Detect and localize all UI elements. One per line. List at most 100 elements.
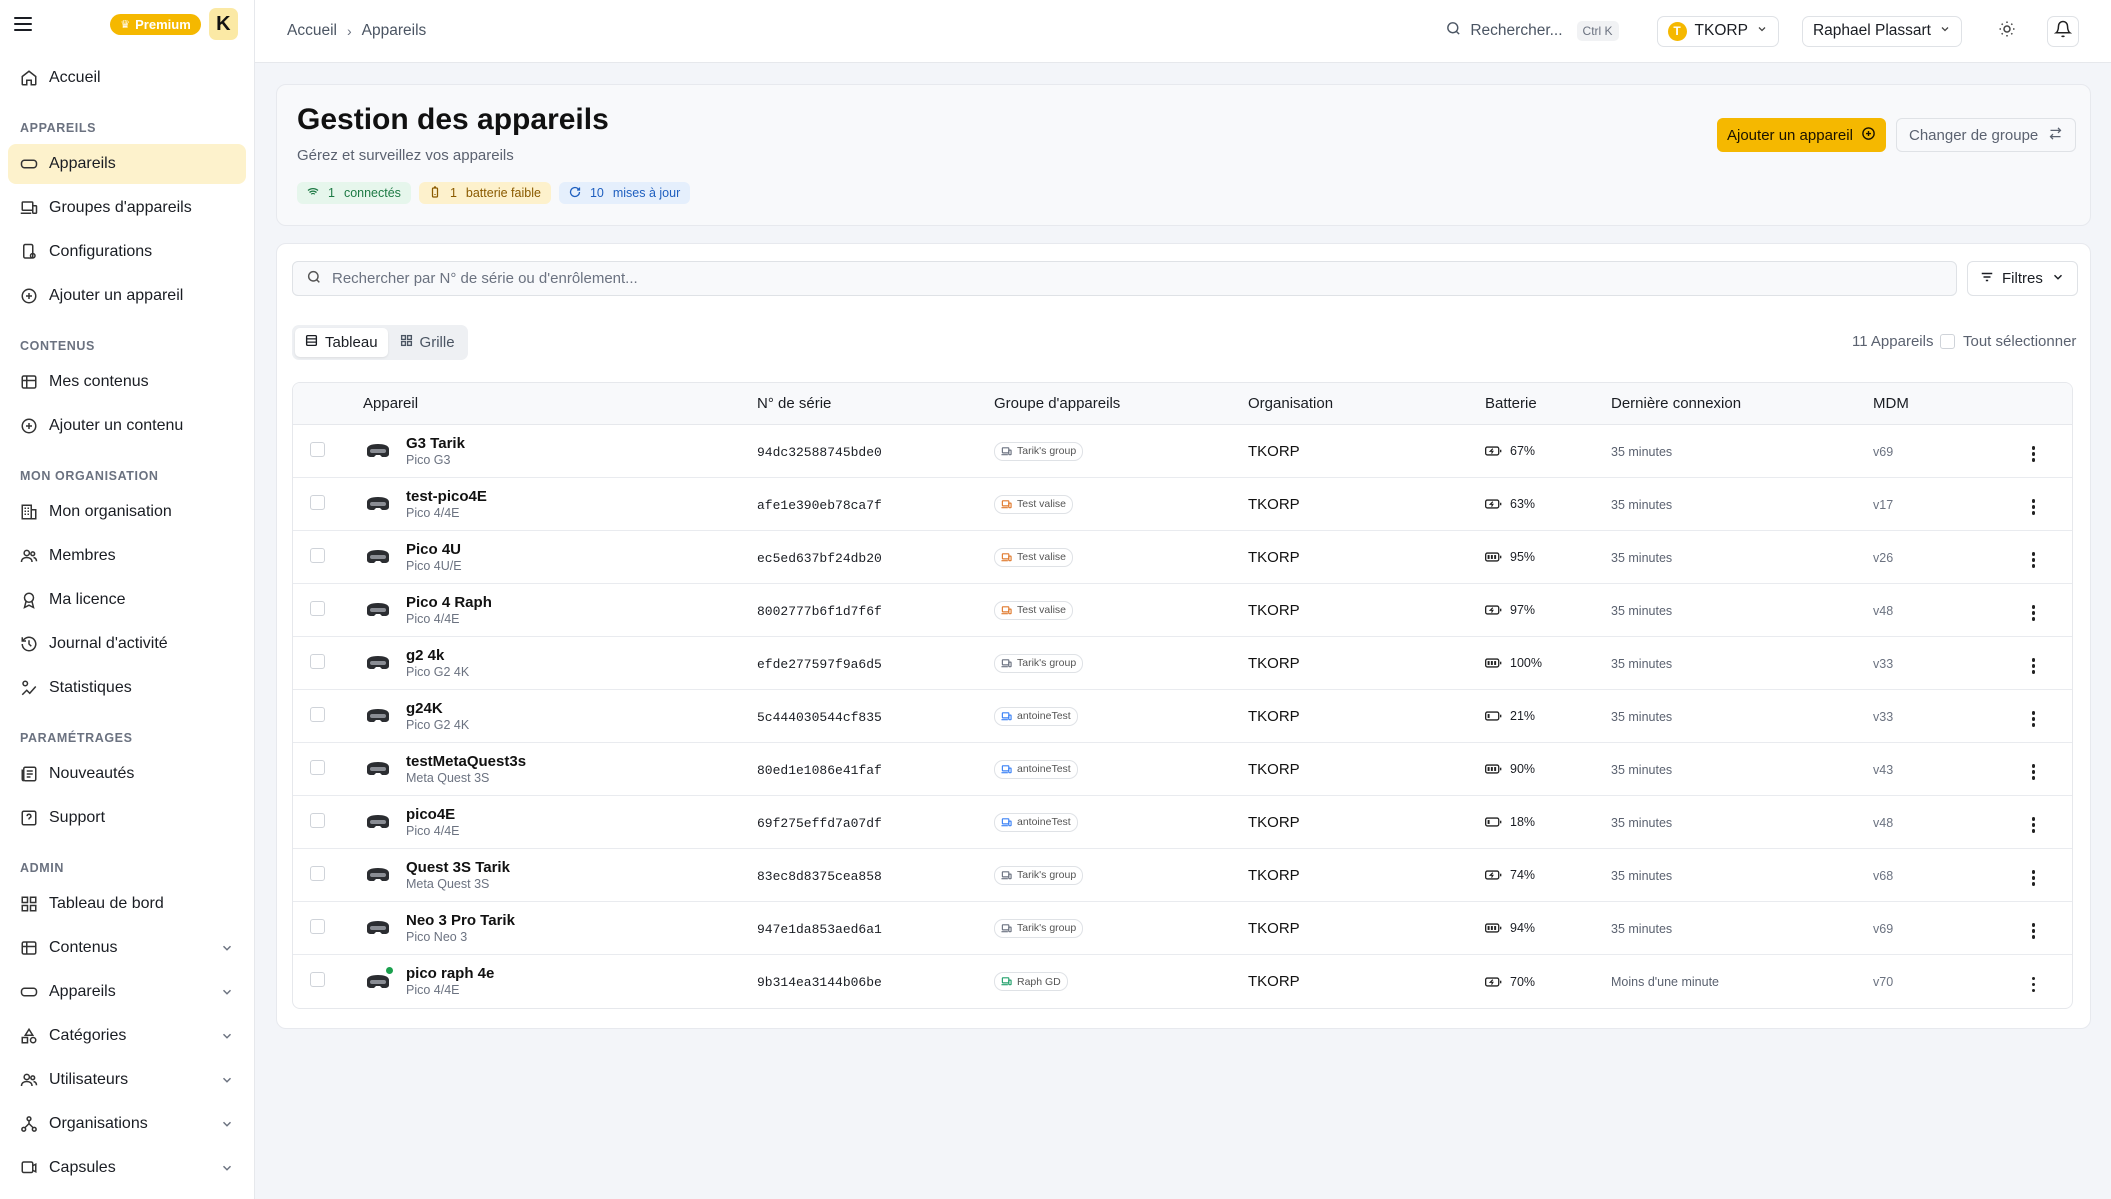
device-name[interactable]: pico raph 4e bbox=[406, 965, 494, 982]
table-row[interactable]: Quest 3S Tarik Meta Quest 3S 83ec8d8375c… bbox=[293, 849, 2072, 902]
table-row[interactable]: g24K Pico G2 4K 5c444030544cf835 antoine… bbox=[293, 690, 2072, 743]
group-chip[interactable]: Test valise bbox=[994, 494, 1074, 514]
header-group[interactable]: Groupe d'appareils bbox=[994, 383, 1248, 425]
group-chip[interactable]: Test valise bbox=[994, 600, 1074, 620]
sidebar-item-accueil[interactable]: Accueil bbox=[8, 58, 246, 98]
device-name[interactable]: Pico 4 Raph bbox=[406, 594, 492, 611]
user-menu[interactable]: Raphael Plassart bbox=[1801, 15, 1962, 47]
table-row[interactable]: pico raph 4e Pico 4/4E 9b314ea3144b06be … bbox=[293, 955, 2072, 1008]
header-appareil[interactable]: Appareil bbox=[363, 383, 757, 425]
device-name[interactable]: test-pico4E bbox=[406, 488, 487, 505]
device-name[interactable]: testMetaQuest3s bbox=[406, 753, 526, 770]
row-checkbox[interactable] bbox=[310, 865, 325, 881]
change-group-button[interactable]: Changer de groupe bbox=[1896, 118, 2077, 152]
group-chip[interactable]: antoineTest bbox=[994, 759, 1078, 779]
more-options-icon[interactable] bbox=[2024, 548, 2044, 572]
device-name[interactable]: Pico 4U bbox=[406, 541, 462, 558]
select-all-checkbox[interactable] bbox=[1940, 334, 1955, 349]
sidebar-item-admin-appareils[interactable]: Appareils bbox=[8, 972, 246, 1012]
sidebar-item-groupes[interactable]: Groupes d'appareils bbox=[8, 188, 246, 228]
more-options-icon[interactable] bbox=[2024, 601, 2044, 625]
global-search[interactable]: Rechercher... Ctrl K bbox=[1445, 20, 1619, 42]
more-options-icon[interactable] bbox=[2024, 707, 2044, 731]
row-checkbox[interactable] bbox=[310, 812, 325, 828]
group-chip[interactable]: Test valise bbox=[994, 547, 1074, 567]
view-grid-button[interactable]: Grille bbox=[390, 328, 465, 357]
sidebar-item-ma-licence[interactable]: Ma licence bbox=[8, 580, 246, 620]
device-name[interactable]: Quest 3S Tarik bbox=[406, 859, 510, 876]
filters-button[interactable]: Filtres bbox=[1967, 261, 2078, 296]
sidebar-item-admin-contenus[interactable]: Contenus bbox=[8, 928, 246, 968]
theme-toggle[interactable] bbox=[1991, 16, 2023, 47]
app-logo[interactable]: K bbox=[208, 8, 238, 40]
more-options-icon[interactable] bbox=[2024, 442, 2044, 466]
sidebar-item-support[interactable]: Support bbox=[8, 798, 246, 838]
table-row[interactable]: testMetaQuest3s Meta Quest 3S 80ed1e1086… bbox=[293, 743, 2072, 796]
table-row[interactable]: Pico 4U Pico 4U/E ec5ed637bf24db20 Test … bbox=[293, 531, 2072, 584]
more-options-icon[interactable] bbox=[2024, 654, 2044, 678]
sidebar-item-utilisateurs[interactable]: Utilisateurs bbox=[8, 1060, 246, 1100]
select-all[interactable]: Tout sélectionner bbox=[1940, 333, 2076, 350]
more-options-icon[interactable] bbox=[2024, 813, 2044, 837]
header-mdm[interactable]: MDM bbox=[1873, 383, 1995, 425]
sidebar-item-configurations[interactable]: Configurations bbox=[8, 232, 246, 272]
more-options-icon[interactable] bbox=[2024, 919, 2044, 943]
sidebar-item-statistiques[interactable]: Statistiques bbox=[8, 668, 246, 708]
menu-icon[interactable] bbox=[14, 17, 33, 31]
group-chip[interactable]: antoineTest bbox=[994, 812, 1078, 832]
device-name[interactable]: g2 4k bbox=[406, 647, 469, 664]
sidebar-item-appareils[interactable]: Appareils bbox=[8, 144, 246, 184]
device-name[interactable]: pico4E bbox=[406, 806, 460, 823]
group-chip[interactable]: Tarik's group bbox=[994, 653, 1084, 673]
row-checkbox[interactable] bbox=[310, 653, 325, 669]
row-checkbox[interactable] bbox=[310, 972, 325, 987]
group-chip[interactable]: Tarik's group bbox=[994, 865, 1084, 885]
header-last-connection[interactable]: Dernière connexion bbox=[1611, 383, 1873, 425]
sidebar-item-capsules[interactable]: Capsules bbox=[8, 1148, 246, 1188]
group-chip[interactable]: Tarik's group bbox=[994, 441, 1084, 461]
table-row[interactable]: test-pico4E Pico 4/4E afe1e390eb78ca7f T… bbox=[293, 478, 2072, 531]
header-serial[interactable]: N° de série bbox=[757, 383, 994, 425]
sidebar-item-organisations[interactable]: Organisations bbox=[8, 1104, 246, 1144]
device-name[interactable]: G3 Tarik bbox=[406, 435, 465, 452]
sidebar-item-journal[interactable]: Journal d'activité bbox=[8, 624, 246, 664]
header-organisation[interactable]: Organisation bbox=[1248, 383, 1485, 425]
row-checkbox[interactable] bbox=[310, 706, 325, 722]
header-battery[interactable]: Batterie bbox=[1485, 383, 1611, 425]
view-table-button[interactable]: Tableau bbox=[295, 328, 388, 357]
sidebar-item-ajouter-appareil[interactable]: Ajouter un appareil bbox=[8, 276, 246, 316]
table-row[interactable]: G3 Tarik Pico G3 94dc32588745bde0 Tarik'… bbox=[293, 425, 2072, 478]
breadcrumb-home[interactable]: Accueil bbox=[287, 22, 337, 40]
row-checkbox[interactable] bbox=[310, 759, 325, 775]
notifications-button[interactable] bbox=[2047, 15, 2079, 47]
sidebar-item-membres[interactable]: Membres bbox=[8, 536, 246, 576]
sidebar-item-tableau-de-bord[interactable]: Tableau de bord bbox=[8, 884, 246, 924]
table-row[interactable]: Neo 3 Pro Tarik Pico Neo 3 947e1da853aed… bbox=[293, 902, 2072, 955]
more-options-icon[interactable] bbox=[2024, 495, 2044, 519]
more-options-icon[interactable] bbox=[2024, 866, 2044, 890]
sidebar-item-ajouter-contenu[interactable]: Ajouter un contenu bbox=[8, 406, 246, 446]
sidebar-item-mes-contenus[interactable]: Mes contenus bbox=[8, 362, 246, 402]
organization-selector[interactable]: T TKORP bbox=[1656, 15, 1779, 47]
device-name[interactable]: g24K bbox=[406, 700, 469, 717]
device-name[interactable]: Neo 3 Pro Tarik bbox=[406, 912, 515, 929]
table-row[interactable]: g2 4k Pico G2 4K efde277597f9a6d5 Tarik'… bbox=[293, 637, 2072, 690]
row-checkbox[interactable] bbox=[310, 600, 325, 616]
group-chip[interactable]: Raph GD bbox=[994, 972, 1068, 991]
sidebar-item-mon-organisation[interactable]: Mon organisation bbox=[8, 492, 246, 532]
group-chip[interactable]: antoineTest bbox=[994, 706, 1078, 726]
table-row[interactable]: Pico 4 Raph Pico 4/4E 8002777b6f1d7f6f T… bbox=[293, 584, 2072, 637]
row-checkbox[interactable] bbox=[310, 441, 325, 457]
row-checkbox[interactable] bbox=[310, 547, 325, 563]
actions-cell bbox=[1995, 531, 2072, 584]
sidebar-item-categories[interactable]: Catégories bbox=[8, 1016, 246, 1056]
device-search-input[interactable] bbox=[332, 270, 1943, 287]
more-options-icon[interactable] bbox=[2024, 973, 2044, 997]
row-checkbox[interactable] bbox=[310, 918, 325, 934]
add-device-button[interactable]: Ajouter un appareil bbox=[1717, 118, 1886, 152]
table-row[interactable]: pico4E Pico 4/4E 69f275effd7a07df antoin… bbox=[293, 796, 2072, 849]
group-chip[interactable]: Tarik's group bbox=[994, 918, 1084, 938]
sidebar-item-nouveautes[interactable]: Nouveautés bbox=[8, 754, 246, 794]
more-options-icon[interactable] bbox=[2024, 760, 2044, 784]
row-checkbox[interactable] bbox=[310, 494, 325, 510]
